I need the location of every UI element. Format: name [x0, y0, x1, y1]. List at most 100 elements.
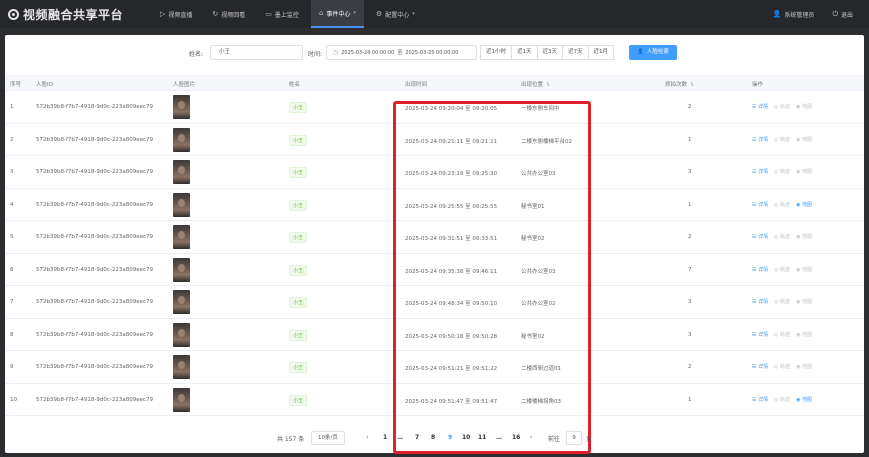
row-face-id: 572b39b8-f7b7-4918-9d0c-223a809eec79 [36, 201, 154, 208]
map-button[interactable]: ◉ 地图 [796, 168, 812, 175]
page-11[interactable]: 11 [478, 434, 486, 441]
face-photo[interactable] [173, 160, 190, 184]
face-photo[interactable] [173, 322, 190, 347]
sort-icon: ⇅ [546, 82, 551, 88]
track-button[interactable]: ◎ 轨迹 [774, 103, 790, 110]
page-ellipsis-right[interactable]: … [496, 434, 502, 441]
name-tag: 小王 [289, 232, 308, 243]
header-time[interactable]: 出现时间 [405, 80, 427, 88]
page-8[interactable]: 8 [431, 434, 435, 441]
total-count: 共 157 条 [277, 436, 305, 443]
row-face-id: 572b39b8-f7b7-4918-9d0c-223a809eec79 [36, 364, 154, 370]
detail-button[interactable]: ☰ 详情 [752, 103, 768, 110]
map-button[interactable]: ◉ 地图 [796, 201, 812, 208]
header-photo: 人脸图片 [173, 82, 196, 88]
detail-button[interactable]: ☰ 详情 [752, 396, 768, 403]
quick-1-month[interactable]: 近1月 [587, 45, 614, 60]
header-ops: 操作 [752, 82, 764, 88]
face-photo[interactable] [173, 290, 190, 314]
name-tag: 小王 [289, 264, 308, 276]
date-end: 2025-03-25 00:00:00 [405, 49, 459, 56]
map-button[interactable]: ◉ 地图 [796, 331, 812, 338]
quick-1-hour[interactable]: 近1小时 [480, 45, 512, 60]
header-location[interactable]: 出现位置 ⇅ [521, 80, 550, 88]
map-button[interactable]: ◉ 地图 [796, 103, 812, 110]
quick-1-day[interactable]: 近1天 [511, 45, 538, 60]
detail-button[interactable]: ☰ 详情 [752, 136, 768, 143]
map-button[interactable]: ◉ 地图 [796, 363, 812, 370]
detail-button[interactable]: ☰ 详情 [752, 298, 768, 305]
row-actions: ☰ 详情 ◎ 轨迹 ◉ 地图 [752, 233, 818, 240]
face-photo[interactable] [173, 192, 190, 217]
detail-button[interactable]: ☰ 详情 [752, 168, 768, 175]
page-16[interactable]: 16 [512, 434, 520, 441]
row-face-id: 572b39b8-f7b7-4918-9d0c-223a809eec79 [36, 396, 154, 403]
page-size-select[interactable]: 10条/页 [311, 431, 345, 445]
face-photo[interactable] [173, 387, 190, 412]
row-index: 3 [10, 169, 14, 175]
row-count: 3 [688, 169, 692, 175]
track-button[interactable]: ◎ 轨迹 [774, 136, 790, 143]
next-page-button[interactable]: › [530, 434, 532, 441]
event-panel: 姓名: 小王 时间: ◷ 2025-03-24 00:00:00 至 2025-… [5, 35, 864, 454]
row-index: 9 [10, 364, 14, 370]
page-9-current[interactable]: 9 [448, 434, 452, 441]
track-button[interactable]: ◎ 轨迹 [774, 396, 790, 403]
name-input[interactable]: 小王 [210, 45, 303, 60]
name-tag: 小王 [289, 362, 308, 373]
row-actions: ☰ 详情 ◎ 轨迹 ◉ 地图 [752, 331, 818, 338]
row-actions: ☰ 详情 ◎ 轨迹 ◉ 地图 [752, 266, 818, 273]
map-button[interactable]: ◉ 地图 [796, 396, 812, 403]
face-search-button[interactable]: 👤 人脸检索 [629, 45, 677, 60]
monitor-icon: ▭ [265, 10, 272, 18]
track-button[interactable]: ◎ 轨迹 [774, 233, 790, 240]
row-face-id: 572b39b8-f7b7-4918-9d0c-223a809eec79 [36, 266, 154, 273]
track-button[interactable]: ◎ 轨迹 [774, 168, 790, 175]
detail-button[interactable]: ☰ 详情 [752, 266, 768, 273]
face-photo[interactable] [173, 95, 190, 119]
face-photo[interactable] [173, 127, 190, 152]
detail-button[interactable]: ☰ 详情 [752, 201, 768, 208]
detail-button[interactable]: ☰ 详情 [752, 331, 768, 338]
header-count[interactable]: 抓拍次数 ⇅ [665, 80, 694, 88]
track-button[interactable]: ◎ 轨迹 [774, 298, 790, 305]
logout-button[interactable]: ⏻ 退出 [832, 10, 853, 19]
row-face-id: 572b39b8-f7b7-4918-9d0c-223a809eec79 [36, 299, 154, 305]
quick-3-days[interactable]: 近3天 [536, 45, 563, 60]
page-1[interactable]: 1 [383, 434, 387, 441]
track-button[interactable]: ◎ 轨迹 [774, 201, 790, 208]
nav-config-center[interactable]: ⚙ 配置中心 ▾ [368, 0, 423, 28]
page-ellipsis-left[interactable]: … [397, 434, 403, 441]
track-button[interactable]: ◎ 轨迹 [774, 331, 790, 338]
map-button[interactable]: ◉ 地图 [796, 233, 812, 240]
face-photo[interactable] [173, 225, 190, 249]
track-button[interactable]: ◎ 轨迹 [774, 266, 790, 273]
detail-button[interactable]: ☰ 详情 [752, 363, 768, 370]
row-index: 8 [10, 331, 14, 338]
quick-7-days[interactable]: 近7天 [562, 45, 589, 60]
nav-monitor[interactable]: ▭ 墨上监控 [257, 0, 307, 28]
map-button[interactable]: ◉ 地图 [796, 298, 812, 305]
track-button[interactable]: ◎ 轨迹 [774, 363, 790, 370]
prev-page-button[interactable]: ‹ [366, 434, 368, 441]
page-7[interactable]: 7 [415, 434, 419, 441]
header-name: 姓名 [289, 82, 301, 88]
row-count: 2 [688, 234, 692, 240]
row-index: 1 [10, 104, 14, 110]
face-photo[interactable] [173, 257, 190, 282]
header-face-id: 人脸ID [36, 82, 53, 88]
face-photo[interactable] [173, 355, 190, 379]
user-search-icon: 👤 [637, 49, 644, 55]
nav-live-video[interactable]: ▷ 视频直播 [152, 0, 200, 28]
map-button[interactable]: ◉ 地图 [796, 136, 812, 143]
page-10[interactable]: 10 [462, 434, 470, 441]
date-range-picker[interactable]: ◷ 2025-03-24 00:00:00 至 2025-03-25 00:00… [326, 45, 477, 60]
user-icon: 👤 [772, 10, 782, 18]
name-tag: 小王 [289, 329, 308, 341]
user-menu[interactable]: 👤 系统管理员 [773, 10, 815, 19]
detail-button[interactable]: ☰ 详情 [752, 233, 768, 240]
map-button[interactable]: ◉ 地图 [796, 266, 812, 273]
nav-playback[interactable]: ↻ 视频回看 [204, 0, 253, 28]
nav-event-center[interactable]: ⌂ 事件中心 ▾ [310, 0, 364, 28]
jump-page-input[interactable]: 9 [566, 431, 582, 445]
